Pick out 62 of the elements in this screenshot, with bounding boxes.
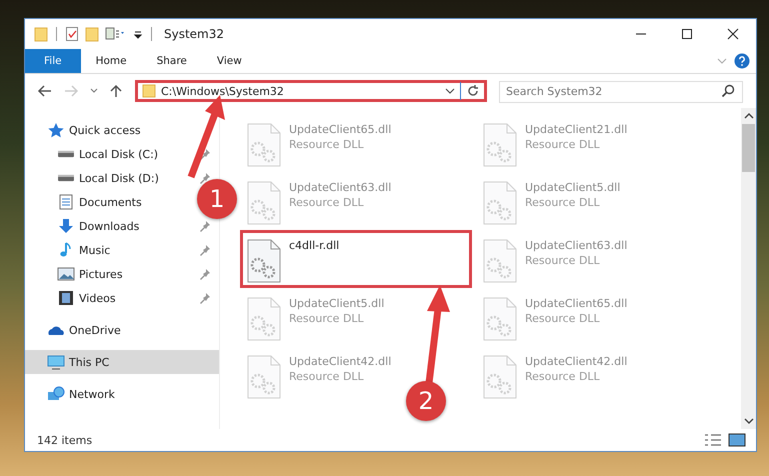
sidebar-item[interactable]: Documents: [25, 190, 146, 214]
sidebar-item[interactable]: Local Disk (C:): [25, 142, 162, 166]
down-arrow-icon: [57, 218, 75, 234]
ribbon-tab[interactable]: View: [202, 49, 257, 73]
gear-file-icon: [483, 123, 517, 167]
ribbon-tab[interactable]: Share: [142, 49, 202, 73]
file-item[interactable]: c4dll-r.dll: [240, 230, 472, 288]
pin-icon[interactable]: [199, 148, 211, 160]
sidebar-item[interactable]: Videos: [25, 286, 120, 310]
pin-icon[interactable]: [199, 220, 211, 232]
scroll-up-icon[interactable]: [744, 112, 754, 120]
monitor-icon: [47, 354, 65, 370]
sidebar-item[interactable]: Network: [25, 382, 119, 406]
window-title: System32: [164, 27, 224, 41]
pin-icon[interactable]: [199, 172, 211, 184]
scrollbar[interactable]: [741, 108, 756, 429]
star-icon: [47, 122, 65, 138]
sidebar-item[interactable]: OneDrive: [25, 318, 125, 342]
properties-icon[interactable]: [105, 26, 127, 42]
back-arrow-icon[interactable]: [37, 84, 53, 98]
sidebar-item[interactable]: Downloads: [25, 214, 144, 238]
document-icon: [57, 194, 75, 210]
close-icon: [727, 28, 739, 40]
gear-file-icon: [247, 181, 281, 225]
refresh-icon[interactable]: [466, 84, 480, 98]
gear-file-icon: [247, 297, 281, 341]
pin-icon[interactable]: [199, 292, 211, 304]
sidebar-item[interactable]: Music: [25, 238, 114, 262]
thumbnail-view-icon[interactable]: [728, 433, 746, 447]
gear-file-icon: [483, 239, 517, 283]
dropdown-icon[interactable]: [445, 86, 455, 96]
maximize-icon: [681, 28, 693, 40]
gear-file-icon: [483, 181, 517, 225]
film-icon: [57, 290, 75, 306]
gear-file-icon: [247, 355, 281, 399]
search-field[interactable]: Search System32: [499, 80, 743, 102]
step-number-badge: 1: [197, 179, 237, 219]
item-count: 142 items: [37, 434, 92, 446]
sidebar-item[interactable]: Quick access: [25, 118, 145, 142]
pin-icon[interactable]: [199, 268, 211, 280]
search-icon[interactable]: [721, 84, 735, 98]
scroll-down-icon[interactable]: [744, 417, 754, 425]
picture-icon: [57, 266, 75, 282]
scrollbar-thumb[interactable]: [742, 124, 755, 172]
sidebar-item[interactable]: Pictures: [25, 262, 127, 286]
details-view-icon[interactable]: [704, 433, 722, 447]
gear-file-icon: [247, 239, 281, 283]
gear-file-icon: [483, 297, 517, 341]
folder-icon: [142, 84, 156, 98]
help-icon[interactable]: [734, 53, 750, 69]
gear-file-icon: [247, 123, 281, 167]
gear-file-icon: [483, 355, 517, 399]
checklist-icon[interactable]: [65, 26, 79, 42]
sidebar-item[interactable]: Local Disk (D:): [25, 166, 163, 190]
pin-icon[interactable]: [199, 244, 211, 256]
up-arrow-icon[interactable]: [109, 84, 123, 98]
ribbon-tab[interactable]: File: [25, 49, 81, 73]
ribbon-tab[interactable]: Home: [80, 49, 142, 73]
step-number-badge: 2: [406, 381, 446, 421]
sidebar-item[interactable]: This PC: [25, 350, 219, 374]
network-icon: [47, 386, 65, 402]
address-field[interactable]: C:\Windows\System32: [135, 80, 487, 102]
